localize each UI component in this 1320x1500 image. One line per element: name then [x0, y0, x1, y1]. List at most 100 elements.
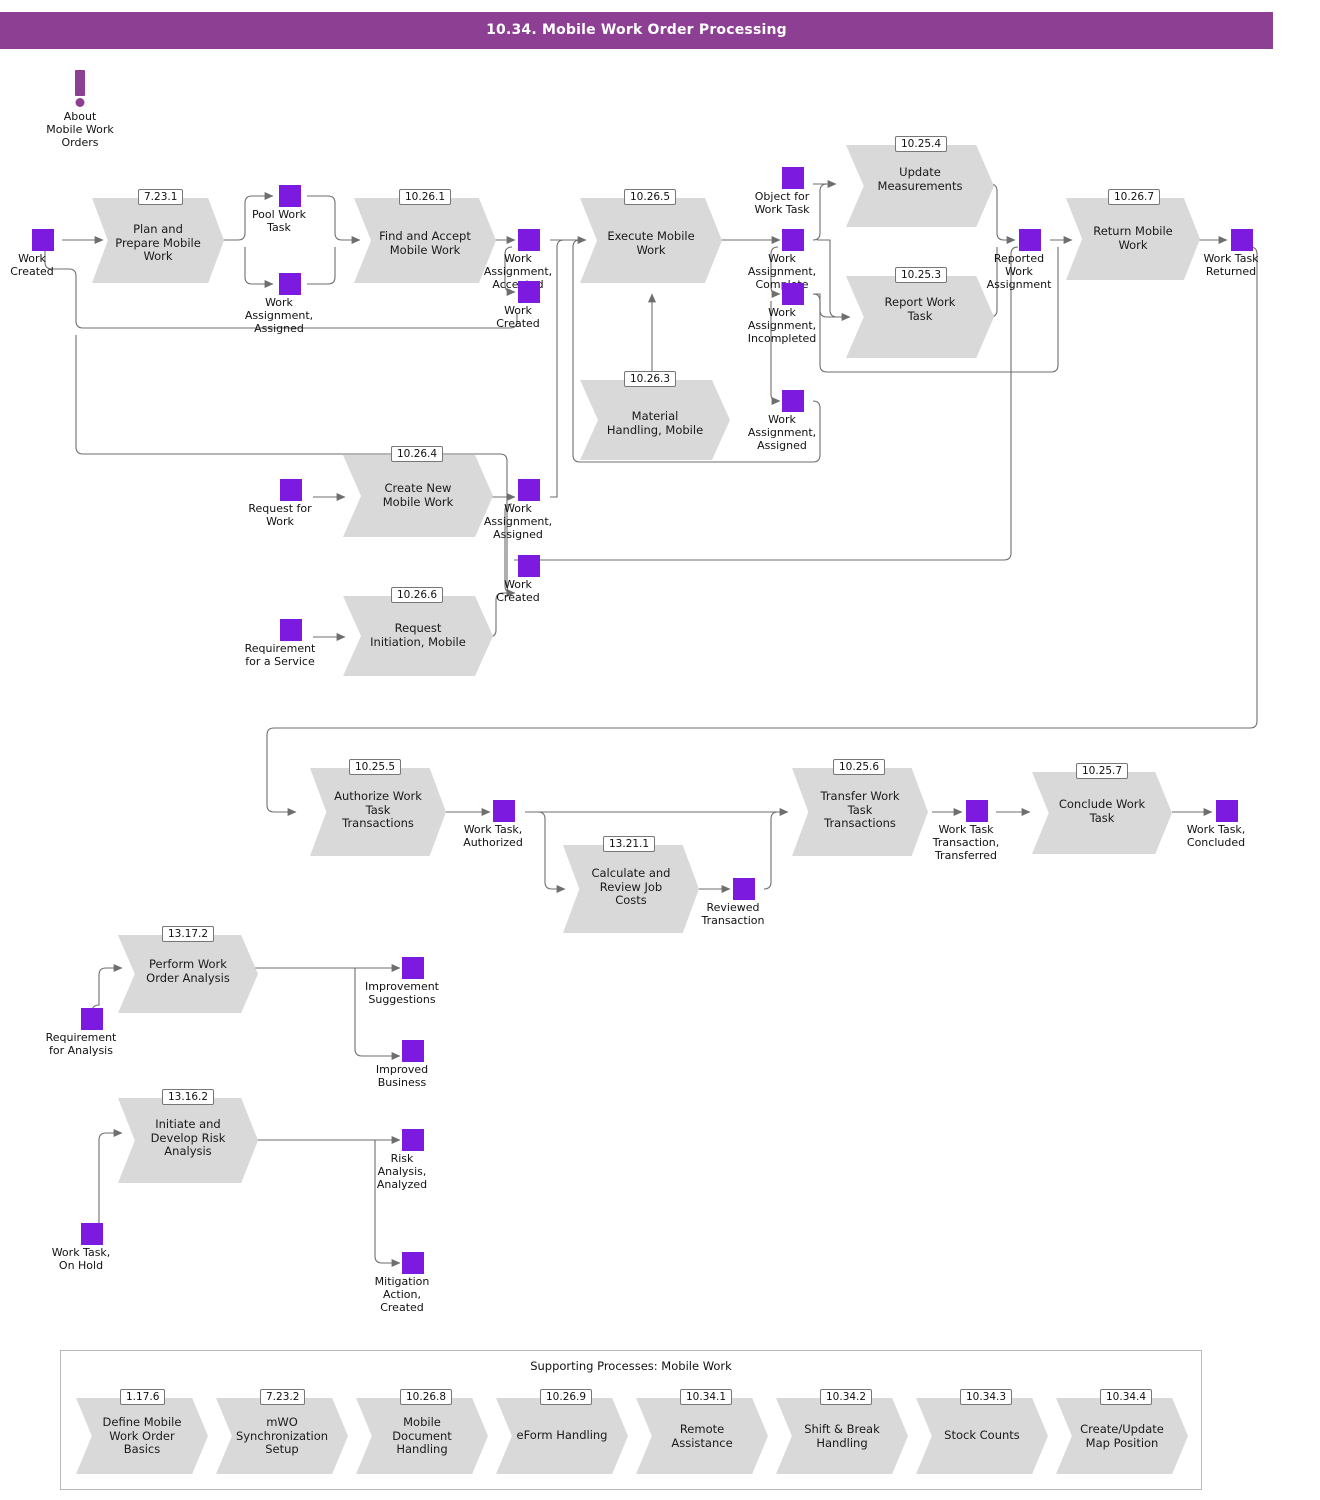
state-square: [81, 1008, 103, 1030]
state-square: [493, 800, 515, 822]
process-material-handling-mobile[interactable]: 10.26.3 Material Handling, Mobile: [580, 371, 734, 464]
state-label: Reported Work Assignment: [986, 252, 1052, 291]
state-label: Work Task, Authorized: [463, 823, 523, 849]
state-square: [1216, 800, 1238, 822]
state-square: [518, 555, 540, 577]
state-square: [966, 800, 988, 822]
process-number: 1.17.6: [120, 1389, 166, 1405]
process-label: Create/Update Map Position: [1080, 1422, 1164, 1450]
supporting-process-mwo-synchronization-setup[interactable]: 7.23.2 mWO Synchronization Setup: [216, 1389, 352, 1478]
process-label: eForm Handling: [516, 1428, 608, 1442]
process-number: 13.17.2: [162, 926, 215, 942]
state-square: [782, 167, 804, 189]
process-label: Update Measurements: [877, 165, 963, 193]
state-label: Work Assignment, Assigned: [483, 502, 553, 541]
process-label: Authorize Work Task Transactions: [334, 789, 422, 830]
state-label: Work Task, On Hold: [51, 1246, 111, 1272]
state-label: Improved Business: [375, 1063, 429, 1089]
process-number: 10.34.1: [680, 1389, 733, 1405]
state-square: [782, 390, 804, 412]
state-label: Work Created: [496, 578, 540, 604]
process-request-initiation-mobile[interactable]: 10.26.6 Request Initiation, Mobile: [343, 587, 497, 680]
supporting-process-stock-counts[interactable]: 10.34.3 Stock Counts: [916, 1389, 1052, 1478]
process-number: 7.23.2: [260, 1389, 306, 1405]
process-number: 10.34.2: [820, 1389, 873, 1405]
process-label: Stock Counts: [944, 1428, 1020, 1442]
process-perform-work-order-analysis[interactable]: 13.17.2 Perform Work Order Analysis: [118, 926, 262, 1017]
state-square: [279, 273, 301, 295]
process-number: 7.23.1: [138, 189, 184, 205]
process-label: Remote Assistance: [671, 1422, 733, 1450]
diagram-canvas: 10.34. Mobile Work Order Processing Abou…: [0, 0, 1320, 1500]
state-square: [782, 283, 804, 305]
supporting-process-create-update-map-position[interactable]: 10.34.4 Create/Update Map Position: [1056, 1389, 1192, 1478]
process-execute-mobile-work[interactable]: 10.26.5 Execute Mobile Work: [580, 189, 726, 287]
process-transfer-work-task-transactions[interactable]: 10.25.6 Transfer Work Task Transactions: [792, 759, 932, 860]
supporting-process-define-mobile-work-order-basics[interactable]: 1.17.6 Define Mobile Work Order Basics: [76, 1389, 212, 1478]
supporting-process-mobile-document-handling[interactable]: 10.26.8 Mobile Document Handling: [356, 1389, 492, 1478]
process-label: Plan and Prepare Mobile Work: [115, 222, 201, 263]
state-square: [733, 878, 755, 900]
process-number: 10.26.5: [624, 189, 677, 205]
state-label: Work Task Returned: [1203, 252, 1259, 278]
process-label: Find and Accept Mobile Work: [379, 229, 471, 257]
state-square: [402, 1129, 424, 1151]
process-label: Material Handling, Mobile: [606, 409, 704, 437]
process-label: Transfer Work Task Transactions: [820, 789, 900, 830]
state-square: [279, 185, 301, 207]
state-label: Risk Analysis, Analyzed: [376, 1152, 428, 1191]
state-label: Reviewed Transaction: [701, 901, 765, 927]
process-conclude-work-task[interactable]: 10.25.7 Conclude Work Task: [1032, 763, 1176, 858]
process-update-measurements[interactable]: 10.25.4 Update Measurements: [846, 136, 998, 231]
supporting-process-eform-handling[interactable]: 10.26.9 eForm Handling: [496, 1389, 632, 1478]
supporting-process-shift-and-break-handling[interactable]: 10.34.2 Shift & Break Handling: [776, 1389, 912, 1478]
process-number: 10.34.3: [960, 1389, 1013, 1405]
process-number: 13.21.1: [603, 836, 656, 852]
state-square: [402, 957, 424, 979]
process-create-new-mobile-work[interactable]: 10.26.4 Create New Mobile Work: [343, 446, 497, 541]
state-square: [1019, 229, 1041, 251]
process-calculate-and-review-job-costs[interactable]: 13.21.1 Calculate and Review Job Costs: [563, 836, 703, 937]
process-number: 10.25.4: [895, 136, 948, 152]
state-label: Requirement for a Service: [244, 642, 316, 668]
process-find-and-accept-mobile-work[interactable]: 10.26.1 Find and Accept Mobile Work: [354, 189, 500, 287]
process-number: 10.26.8: [400, 1389, 453, 1405]
state-square: [402, 1252, 424, 1274]
process-number: 10.25.5: [349, 759, 402, 775]
process-authorize-work-task-transactions[interactable]: 10.25.5 Authorize Work Task Transactions: [310, 759, 450, 860]
process-number: 10.25.6: [833, 759, 886, 775]
process-plan-and-prepare-mobile-work[interactable]: 7.23.1 Plan and Prepare Mobile Work: [92, 189, 228, 287]
process-number: 10.26.7: [1108, 189, 1161, 205]
state-label: Object for Work Task: [754, 190, 810, 216]
process-label: Create New Mobile Work: [382, 481, 454, 509]
process-number: 10.25.7: [1076, 763, 1129, 779]
state-label: Improvement Suggestions: [365, 980, 439, 1006]
process-number: 10.26.3: [624, 371, 677, 387]
state-square: [518, 479, 540, 501]
state-label: Work Assignment, Incompleted: [747, 306, 817, 345]
state-square: [518, 281, 540, 303]
state-label: Pool Work Task: [251, 208, 307, 234]
process-label: Request Initiation, Mobile: [370, 621, 466, 649]
process-label: mWO Synchronization Setup: [235, 1415, 329, 1456]
state-label: Work Created: [496, 304, 540, 330]
state-square: [782, 229, 804, 251]
process-number: 10.26.9: [540, 1389, 593, 1405]
process-label: Calculate and Review Job Costs: [591, 866, 671, 907]
process-number: 10.25.3: [895, 267, 948, 283]
supporting-processes-title: Supporting Processes: Mobile Work: [530, 1359, 732, 1373]
process-label: Define Mobile Work Order Basics: [102, 1415, 182, 1456]
state-square: [280, 479, 302, 501]
state-square: [280, 619, 302, 641]
process-initiate-and-develop-risk-analysis[interactable]: 13.16.2 Initiate and Develop Risk Analysis: [118, 1089, 262, 1187]
process-number: 10.26.6: [391, 587, 444, 603]
supporting-process-remote-assistance[interactable]: 10.34.1 Remote Assistance: [636, 1389, 772, 1478]
process-report-work-task[interactable]: 10.25.3 Report Work Task: [846, 267, 998, 362]
state-label: Work Assignment, Assigned: [244, 296, 314, 335]
exclamation-icon: [75, 70, 85, 96]
state-label: Work Task, Concluded: [1186, 823, 1246, 849]
process-label: Conclude Work Task: [1058, 797, 1146, 825]
state-square: [402, 1040, 424, 1062]
process-return-mobile-work[interactable]: 10.26.7 Return Mobile Work: [1066, 189, 1204, 284]
process-label: Execute Mobile Work: [607, 229, 695, 257]
